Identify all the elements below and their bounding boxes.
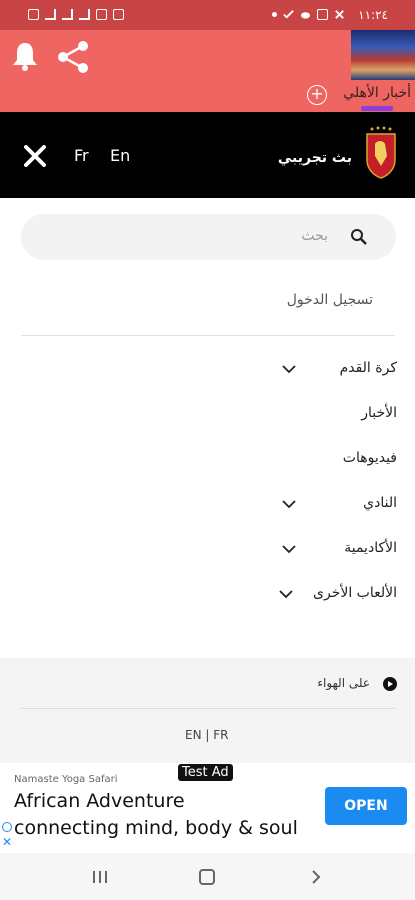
login-link[interactable]: تسجيل الدخول — [287, 292, 373, 308]
status-right-icons — [272, 9, 345, 20]
x-icon — [335, 10, 344, 19]
ad-open-button[interactable]: OPEN — [325, 787, 407, 825]
square-icon — [28, 9, 39, 20]
bars-icon — [62, 9, 73, 20]
home-icon[interactable] — [199, 869, 215, 885]
status-left-icons — [28, 9, 124, 20]
drawer-header: Fr En بث تجريبي — [0, 112, 415, 198]
divider — [21, 708, 395, 709]
status-bar: ١١:٢٤ — [0, 0, 415, 30]
bars-icon — [45, 9, 56, 20]
app-bar: + أخبار الأهلي — [0, 30, 415, 112]
language-switch[interactable]: EN | FR — [185, 728, 228, 742]
share-icon[interactable] — [56, 40, 90, 74]
news-tab-title[interactable]: أخبار الأهلي — [343, 85, 411, 101]
search-bar[interactable]: بحث — [21, 214, 396, 260]
ad-description[interactable]: connecting mind, body & soul — [14, 817, 298, 839]
mail-icon — [96, 9, 107, 20]
lang-fr-button[interactable]: Fr — [74, 146, 89, 165]
menu-item-club[interactable]: النادي — [363, 495, 397, 511]
add-button[interactable]: + — [307, 85, 327, 105]
ad-info-icon[interactable] — [2, 822, 12, 832]
dot-icon — [272, 12, 277, 17]
chevron-down-icon[interactable] — [279, 589, 293, 599]
on-air-link[interactable]: على الهواء — [317, 676, 370, 690]
drawer-footer — [0, 658, 415, 763]
recent-apps-icon[interactable] — [92, 870, 108, 884]
back-icon[interactable] — [309, 869, 323, 885]
search-input[interactable]: بحث — [301, 228, 328, 244]
menu-item-news[interactable]: الأخبار — [361, 405, 397, 421]
lang-en-button[interactable]: En — [110, 146, 130, 165]
image-icon — [113, 9, 124, 20]
club-logo-icon — [366, 126, 396, 179]
ad-title[interactable]: African Adventure — [14, 790, 185, 812]
play-icon[interactable] — [383, 677, 397, 691]
menu-item-academy[interactable]: الأكاديمية — [344, 540, 397, 556]
menu-item-videos[interactable]: فيديوهات — [343, 450, 397, 466]
check-icon — [283, 10, 294, 19]
live-stream-label[interactable]: بث تجريبي — [278, 150, 352, 166]
chevron-down-icon[interactable] — [282, 499, 296, 509]
cloud-icon — [300, 12, 311, 19]
chevron-down-icon[interactable] — [282, 364, 296, 374]
signal-icon — [79, 9, 90, 20]
test-ad-badge: Test Ad — [178, 764, 233, 781]
ad-close-icon[interactable]: ✕ — [2, 835, 12, 849]
ad-advertiser[interactable]: Namaste Yoga Safari — [14, 774, 118, 785]
menu-item-other-sports[interactable]: الألعاب الأخرى — [313, 585, 397, 601]
close-icon[interactable] — [24, 145, 46, 167]
stadium-thumbnail[interactable] — [351, 30, 415, 80]
tab-indicator — [361, 106, 393, 111]
divider — [21, 335, 395, 336]
image-icon — [317, 9, 328, 20]
chevron-down-icon[interactable] — [282, 544, 296, 554]
search-icon[interactable] — [350, 228, 368, 246]
status-time: ١١:٢٤ — [358, 8, 388, 22]
menu-item-football[interactable]: كرة القدم — [340, 360, 397, 376]
system-nav-bar — [0, 853, 415, 900]
bell-icon[interactable] — [10, 40, 40, 72]
